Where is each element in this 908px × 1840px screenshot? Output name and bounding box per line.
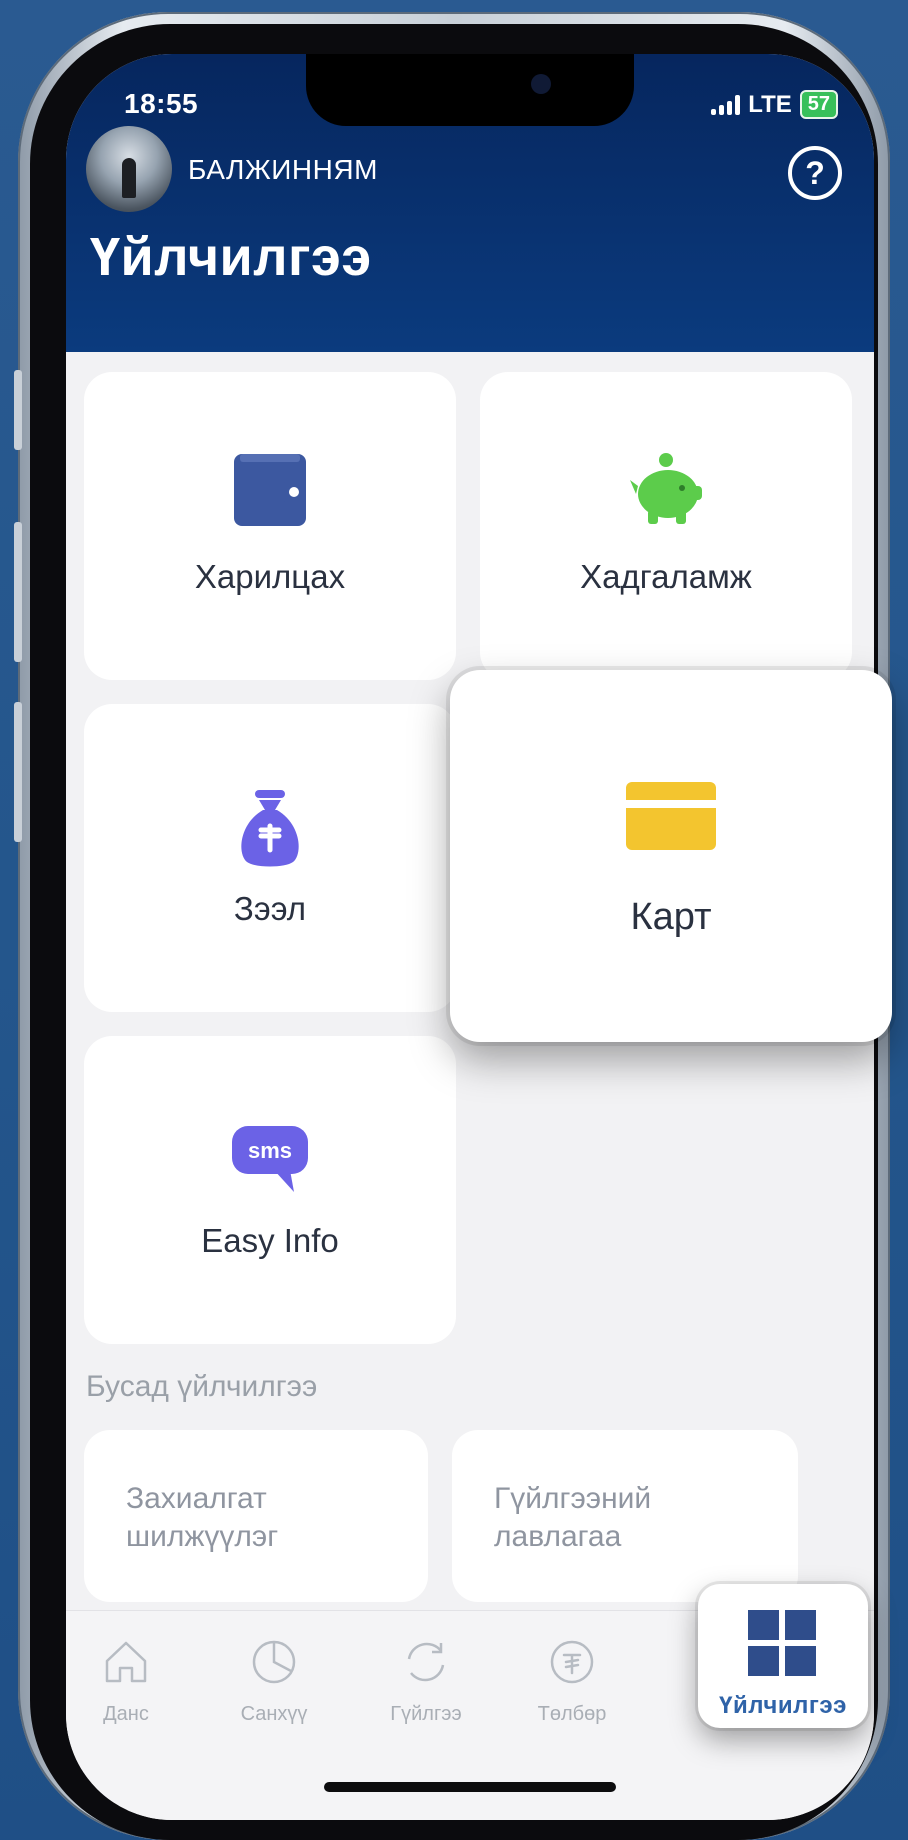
help-button[interactable]: ?	[788, 146, 842, 200]
status-time: 18:55	[124, 88, 199, 119]
status-indicators: LTE 57	[711, 90, 838, 119]
tab-label: Төлбөр	[537, 1703, 607, 1725]
service-card-loan[interactable]: Зээл	[84, 704, 456, 1012]
tab-label: Гүйлгээ	[390, 1703, 462, 1725]
service-card-account[interactable]: Харилцах	[84, 372, 456, 680]
avatar[interactable]	[86, 126, 172, 212]
tab-services[interactable]: Үйлчилгээ	[698, 1584, 868, 1728]
service-label: Easy Info	[201, 1222, 339, 1259]
mute-switch	[14, 370, 22, 450]
svg-text:sms: sms	[248, 1138, 292, 1163]
signal-icon	[711, 94, 741, 115]
card-icon	[626, 782, 716, 850]
service-label: Харилцах	[194, 558, 346, 595]
page-title: Үйлчилгээ	[90, 227, 372, 287]
money-bag-icon	[235, 788, 305, 868]
service-card-savings[interactable]: Хадгаламж	[480, 372, 852, 680]
home-icon	[105, 1641, 147, 1683]
tab-label: Данс	[103, 1703, 149, 1725]
tab-label: Үйлчилгээ	[719, 1692, 847, 1719]
refresh-icon	[407, 1642, 445, 1682]
other-services-title: Бусад үйлчилгээ	[86, 1370, 318, 1403]
other-service-label: Гүйлгээний лавлагаа	[494, 1482, 652, 1553]
tab-payments[interactable]: Төлбөр	[522, 1635, 622, 1726]
service-label: Карт	[630, 896, 712, 938]
piggy-bank-icon	[626, 450, 706, 530]
service-card-info[interactable]: sms Easy Info	[84, 1036, 456, 1344]
sms-icon: sms	[230, 1124, 310, 1194]
home-indicator	[324, 1782, 616, 1792]
app-header: 18:55 LTE 57 БАЛЖИННЯМ ? Үйлчилгээ	[66, 54, 874, 352]
volume-up-button	[14, 522, 22, 662]
grid-icon	[748, 1610, 816, 1676]
tab-label: Санхүү	[240, 1703, 308, 1725]
network-label: LTE	[748, 90, 792, 118]
tab-account[interactable]: Данс	[76, 1635, 176, 1726]
service-label: Хадгаламж	[580, 558, 752, 595]
other-service-label: Захиалгат шилжүүлэг	[126, 1482, 279, 1553]
other-service-scheduled-transfer[interactable]: Захиалгат шилжүүлэг	[84, 1430, 428, 1602]
notch	[306, 54, 634, 126]
other-service-transaction-reference[interactable]: Гүйлгээний лавлагаа	[452, 1430, 798, 1602]
battery-icon: 57	[799, 90, 838, 119]
tugrik-coin-icon	[550, 1640, 594, 1684]
user-name: БАЛЖИННЯМ	[188, 154, 378, 185]
front-camera	[531, 74, 551, 94]
wallet-icon	[232, 452, 308, 528]
pie-chart-icon	[252, 1640, 296, 1684]
tab-finance[interactable]: Санхүү	[224, 1635, 324, 1726]
tab-transactions[interactable]: Гүйлгээ	[376, 1635, 476, 1726]
service-label: Зээл	[233, 890, 307, 927]
volume-down-button	[14, 702, 22, 842]
service-card-card[interactable]: Карт	[450, 670, 892, 1042]
